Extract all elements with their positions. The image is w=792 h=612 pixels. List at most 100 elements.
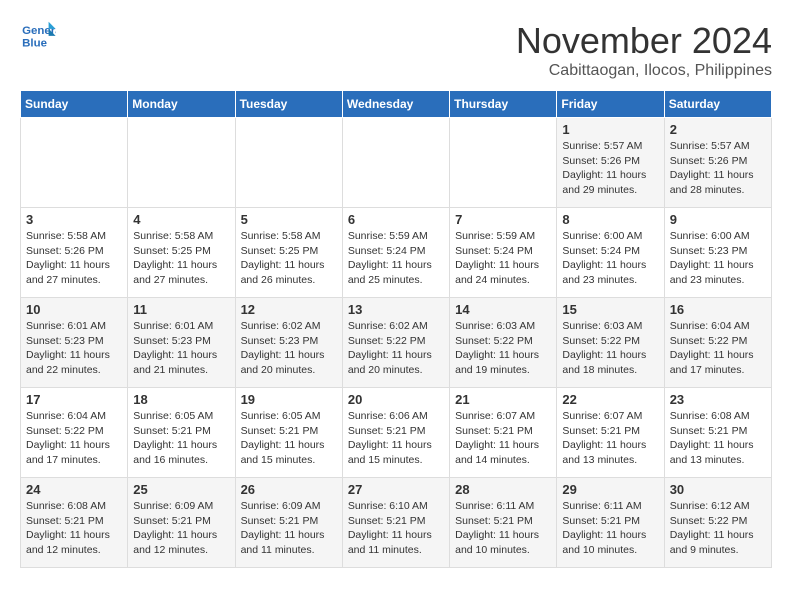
weekday-header: Saturday [664, 91, 771, 118]
calendar-cell: 4Sunrise: 5:58 AMSunset: 5:25 PMDaylight… [128, 208, 235, 298]
day-info: Sunrise: 6:12 AMSunset: 5:22 PMDaylight:… [670, 499, 766, 558]
calendar-cell: 14 Sunrise: 6:03 AMSunset: 5:22 PMDayligh… [450, 298, 557, 388]
day-number: 25 [133, 482, 229, 497]
day-info: Sunrise: 6:02 AMSunset: 5:22 PMDaylight:… [348, 319, 444, 378]
day-number: 22 [562, 392, 658, 407]
day-info: Sunrise: 6:02 AMSunset: 5:23 PMDaylight:… [241, 319, 337, 378]
weekday-header: Tuesday [235, 91, 342, 118]
day-info: Sunrise: 6:00 AMSunset: 5:23 PMDaylight:… [670, 229, 766, 288]
day-info: Sunrise: 6:07 AMSunset: 5:21 PMDaylight:… [455, 409, 551, 468]
calendar-cell: 9 Sunrise: 6:00 AMSunset: 5:23 PMDaylight… [664, 208, 771, 298]
day-info: Sunrise: 5:57 AMSunset: 5:26 PMDaylight:… [670, 139, 766, 198]
day-info: Sunrise: 6:05 AMSunset: 5:21 PMDaylight:… [241, 409, 337, 468]
day-number: 6 [348, 212, 444, 227]
title-area: November 2024 Cabittaogan, Ilocos, Phili… [516, 20, 772, 80]
day-number: 30 [670, 482, 766, 497]
calendar-cell: 18 Sunrise: 6:05 AMSunset: 5:21 PMDayligh… [128, 388, 235, 478]
calendar-cell: 21 Sunrise: 6:07 AMSunset: 5:21 PMDayligh… [450, 388, 557, 478]
day-number: 2 [670, 122, 766, 137]
calendar-cell: 15Sunrise: 6:03 AMSunset: 5:22 PMDayligh… [557, 298, 664, 388]
day-info: Sunrise: 6:11 AMSunset: 5:21 PMDaylight:… [562, 499, 658, 558]
calendar-cell: 5 Sunrise: 5:58 AMSunset: 5:25 PMDaylight… [235, 208, 342, 298]
day-number: 14 [455, 302, 551, 317]
day-info: Sunrise: 5:58 AMSunset: 5:26 PMDaylight:… [26, 229, 122, 288]
calendar-cell: 10Sunrise: 6:01 AMSunset: 5:23 PMDayligh… [21, 298, 128, 388]
calendar-cell: 17 Sunrise: 6:04 AMSunset: 5:22 PMDayligh… [21, 388, 128, 478]
day-info: Sunrise: 5:59 AMSunset: 5:24 PMDaylight:… [348, 229, 444, 288]
day-number: 16 [670, 302, 766, 317]
day-number: 27 [348, 482, 444, 497]
calendar-cell: 19 Sunrise: 6:05 AMSunset: 5:21 PMDayligh… [235, 388, 342, 478]
day-number: 28 [455, 482, 551, 497]
calendar-cell: 20Sunrise: 6:06 AMSunset: 5:21 PMDayligh… [342, 388, 449, 478]
day-info: Sunrise: 6:09 AMSunset: 5:21 PMDaylight:… [133, 499, 229, 558]
location-subtitle: Cabittaogan, Ilocos, Philippines [516, 62, 772, 80]
calendar-cell: 11Sunrise: 6:01 AMSunset: 5:23 PMDayligh… [128, 298, 235, 388]
weekday-header: Sunday [21, 91, 128, 118]
calendar-cell: 8 Sunrise: 6:00 AMSunset: 5:24 PMDaylight… [557, 208, 664, 298]
calendar-cell [235, 118, 342, 208]
day-info: Sunrise: 5:58 AMSunset: 5:25 PMDaylight:… [241, 229, 337, 288]
month-title: November 2024 [516, 20, 772, 62]
calendar-cell: 12 Sunrise: 6:02 AMSunset: 5:23 PMDayligh… [235, 298, 342, 388]
day-number: 15 [562, 302, 658, 317]
calendar-cell [450, 118, 557, 208]
calendar-week-row: 3 Sunrise: 5:58 AMSunset: 5:26 PMDaylight… [21, 208, 772, 298]
calendar-cell: 6 Sunrise: 5:59 AMSunset: 5:24 PMDaylight… [342, 208, 449, 298]
weekday-row: SundayMondayTuesdayWednesdayThursdayFrid… [21, 91, 772, 118]
day-number: 5 [241, 212, 337, 227]
day-info: Sunrise: 6:04 AMSunset: 5:22 PMDaylight:… [670, 319, 766, 378]
calendar-cell: 25 Sunrise: 6:09 AMSunset: 5:21 PMDayligh… [128, 478, 235, 568]
calendar-cell: 13 Sunrise: 6:02 AMSunset: 5:22 PMDayligh… [342, 298, 449, 388]
day-info: Sunrise: 6:08 AMSunset: 5:21 PMDaylight:… [26, 499, 122, 558]
logo: General Blue [20, 20, 56, 50]
day-number: 24 [26, 482, 122, 497]
calendar-cell: 7 Sunrise: 5:59 AMSunset: 5:24 PMDaylight… [450, 208, 557, 298]
calendar-cell: 22 Sunrise: 6:07 AMSunset: 5:21 PMDayligh… [557, 388, 664, 478]
calendar-body: 1Sunrise: 5:57 AMSunset: 5:26 PMDaylight… [21, 118, 772, 568]
calendar-week-row: 17 Sunrise: 6:04 AMSunset: 5:22 PMDayligh… [21, 388, 772, 478]
calendar-cell: 1Sunrise: 5:57 AMSunset: 5:26 PMDaylight… [557, 118, 664, 208]
day-number: 13 [348, 302, 444, 317]
day-info: Sunrise: 6:09 AMSunset: 5:21 PMDaylight:… [241, 499, 337, 558]
calendar-cell [128, 118, 235, 208]
day-number: 9 [670, 212, 766, 227]
day-number: 3 [26, 212, 122, 227]
day-number: 17 [26, 392, 122, 407]
day-info: Sunrise: 6:00 AMSunset: 5:24 PMDaylight:… [562, 229, 658, 288]
calendar-table: SundayMondayTuesdayWednesdayThursdayFrid… [20, 90, 772, 568]
calendar-cell: 2 Sunrise: 5:57 AMSunset: 5:26 PMDaylight… [664, 118, 771, 208]
svg-text:Blue: Blue [22, 37, 47, 49]
day-number: 18 [133, 392, 229, 407]
day-number: 12 [241, 302, 337, 317]
day-number: 29 [562, 482, 658, 497]
calendar-cell: 23Sunrise: 6:08 AMSunset: 5:21 PMDayligh… [664, 388, 771, 478]
day-number: 19 [241, 392, 337, 407]
day-info: Sunrise: 6:06 AMSunset: 5:21 PMDaylight:… [348, 409, 444, 468]
day-number: 26 [241, 482, 337, 497]
weekday-header: Wednesday [342, 91, 449, 118]
day-number: 21 [455, 392, 551, 407]
calendar-cell [342, 118, 449, 208]
day-info: Sunrise: 6:07 AMSunset: 5:21 PMDaylight:… [562, 409, 658, 468]
day-info: Sunrise: 6:04 AMSunset: 5:22 PMDaylight:… [26, 409, 122, 468]
page-header: General Blue November 2024 Cabittaogan, … [20, 20, 772, 80]
day-info: Sunrise: 5:59 AMSunset: 5:24 PMDaylight:… [455, 229, 551, 288]
day-number: 4 [133, 212, 229, 227]
day-info: Sunrise: 6:03 AMSunset: 5:22 PMDaylight:… [455, 319, 551, 378]
calendar-cell: 29 Sunrise: 6:11 AMSunset: 5:21 PMDayligh… [557, 478, 664, 568]
calendar-week-row: 24 Sunrise: 6:08 AMSunset: 5:21 PMDayligh… [21, 478, 772, 568]
calendar-cell: 26 Sunrise: 6:09 AMSunset: 5:21 PMDayligh… [235, 478, 342, 568]
day-number: 7 [455, 212, 551, 227]
calendar-cell: 28 Sunrise: 6:11 AMSunset: 5:21 PMDayligh… [450, 478, 557, 568]
day-info: Sunrise: 6:11 AMSunset: 5:21 PMDaylight:… [455, 499, 551, 558]
calendar-cell: 16 Sunrise: 6:04 AMSunset: 5:22 PMDayligh… [664, 298, 771, 388]
calendar-cell [21, 118, 128, 208]
day-number: 10 [26, 302, 122, 317]
calendar-week-row: 10Sunrise: 6:01 AMSunset: 5:23 PMDayligh… [21, 298, 772, 388]
calendar-header: SundayMondayTuesdayWednesdayThursdayFrid… [21, 91, 772, 118]
day-info: Sunrise: 5:57 AMSunset: 5:26 PMDaylight:… [562, 139, 658, 198]
day-number: 23 [670, 392, 766, 407]
day-info: Sunrise: 6:05 AMSunset: 5:21 PMDaylight:… [133, 409, 229, 468]
day-number: 8 [562, 212, 658, 227]
